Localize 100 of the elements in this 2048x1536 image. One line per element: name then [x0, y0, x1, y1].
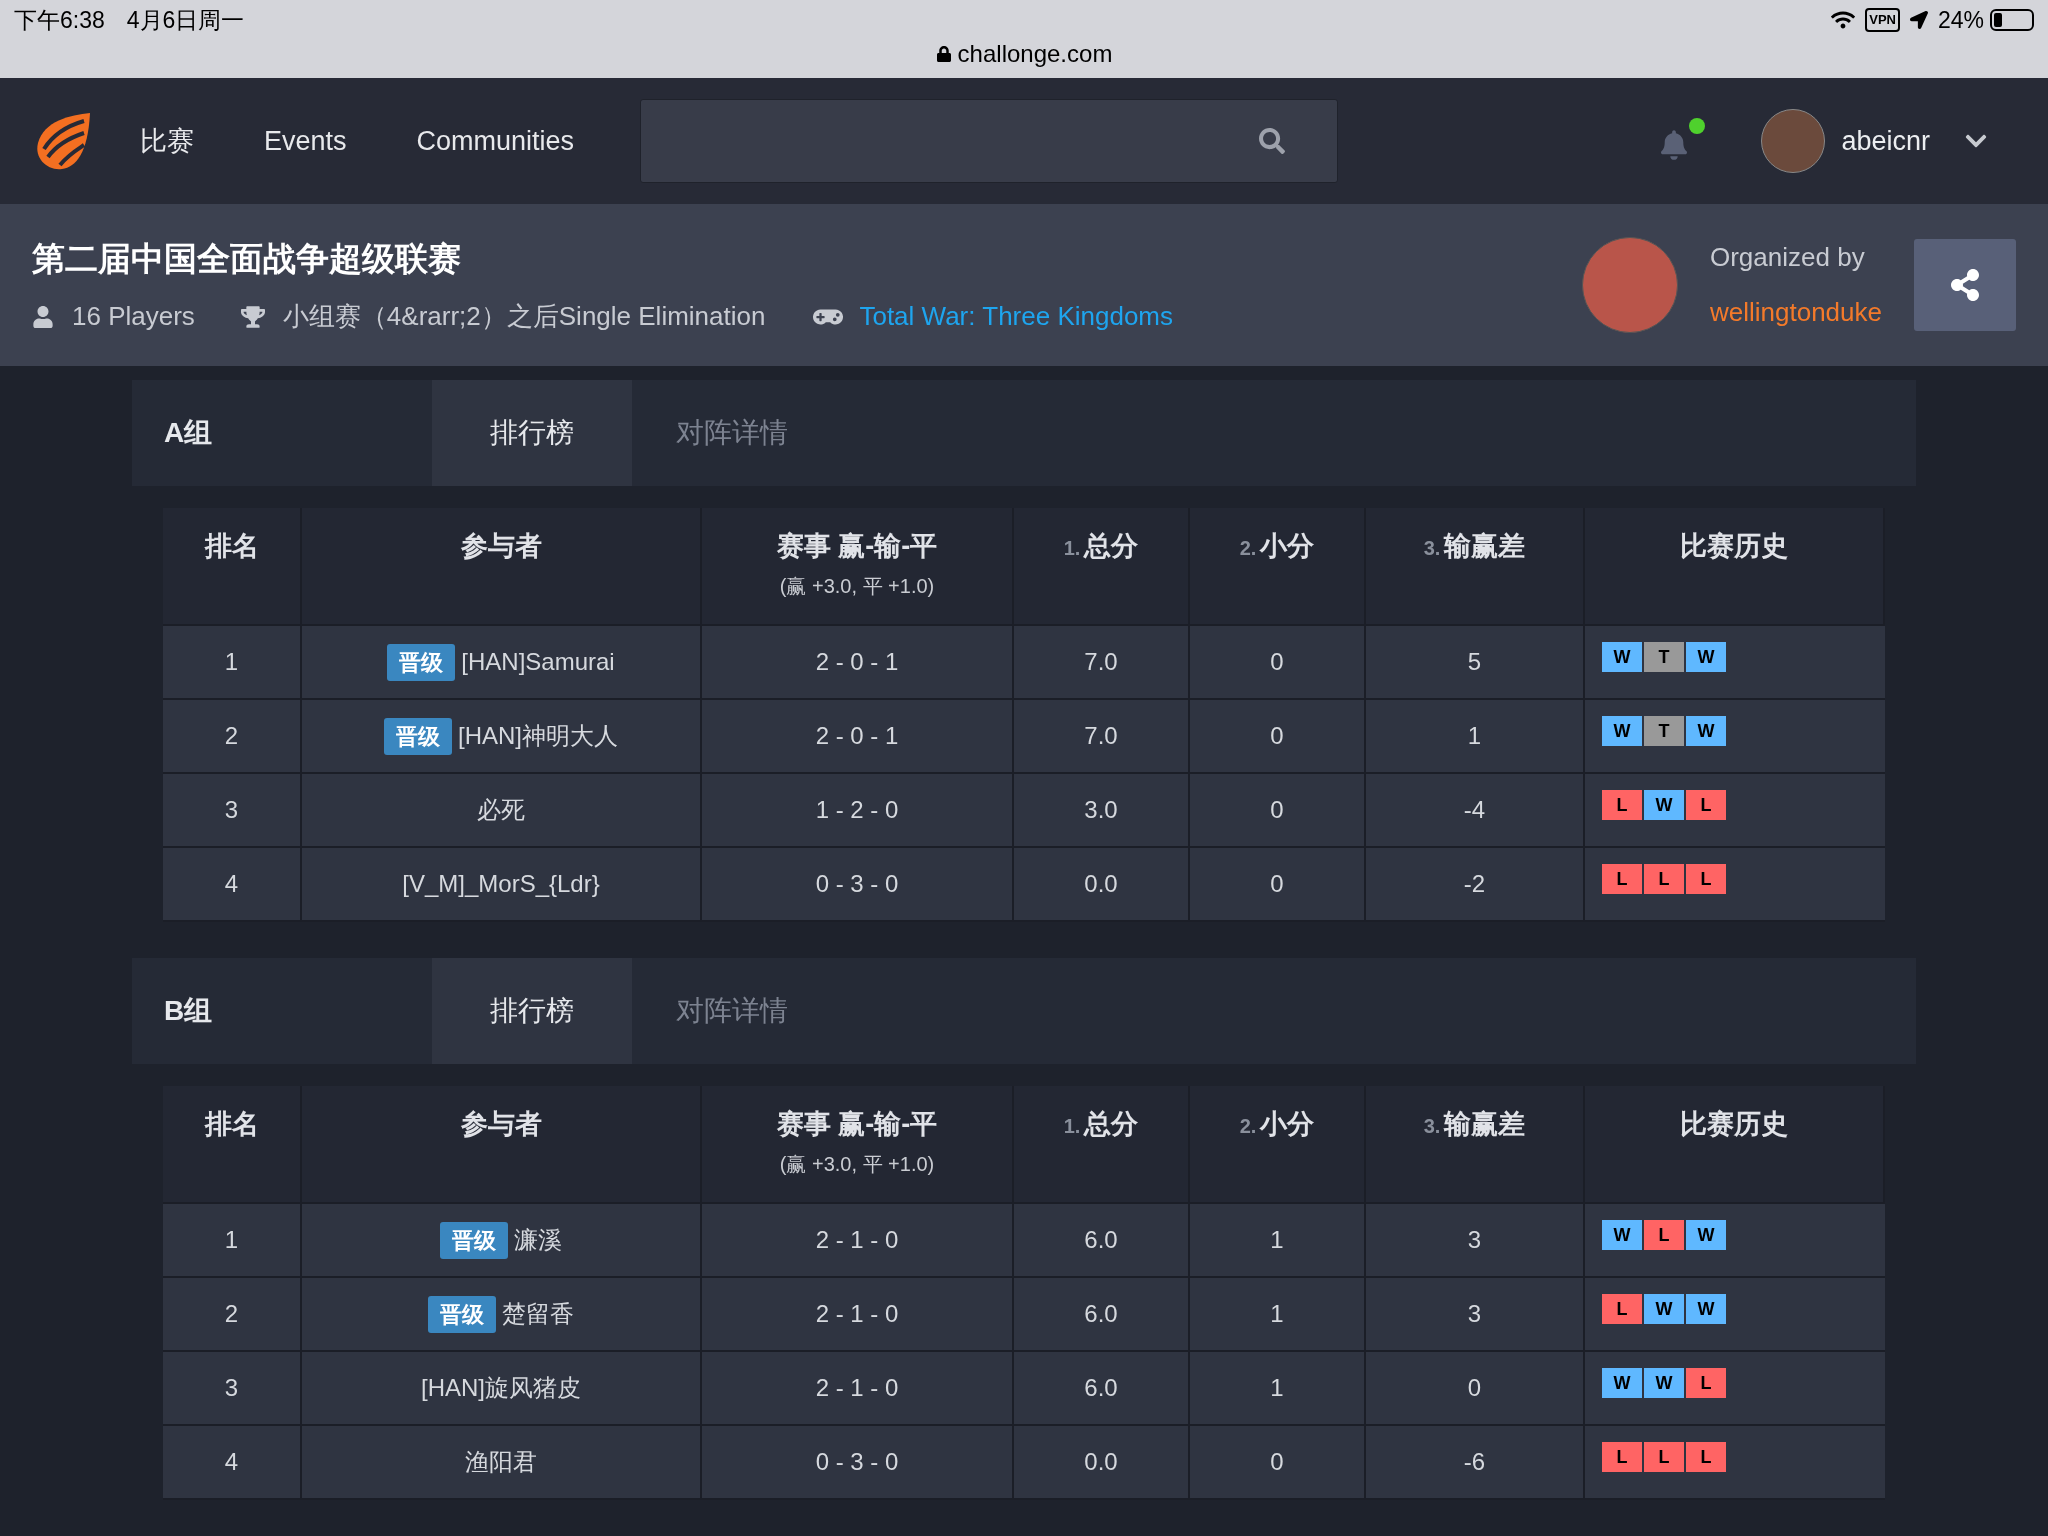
table-cell-text: 2 - 0 - 1: [815, 721, 899, 751]
advanced-badge: 晋级: [384, 717, 452, 755]
table-cell-text: 2: [224, 1299, 239, 1329]
table-cell-text: -2: [1463, 869, 1486, 899]
table-cell-text: 2 - 1 - 0: [815, 1373, 899, 1403]
match-result: T: [1644, 716, 1684, 746]
match-result: L: [1686, 1368, 1726, 1398]
column-subtitle: (赢 +3.0, 平 +1.0): [779, 573, 935, 599]
table-cell-text: 1: [1467, 721, 1482, 751]
table-cell-text: 1: [1270, 1299, 1284, 1329]
match-result: L: [1644, 1442, 1684, 1472]
table-cell-text: 7.0: [1084, 721, 1118, 751]
search-field[interactable]: [640, 99, 1339, 183]
battery-percent: 24%: [1937, 5, 1984, 35]
table-cell-text: 0: [1467, 1373, 1482, 1403]
nav-link[interactable]: Communities: [416, 120, 575, 162]
match-result: W: [1602, 1368, 1642, 1398]
match-result: W: [1602, 1220, 1642, 1250]
url-text: challonge.com: [957, 39, 1113, 69]
column-header: 比赛历史: [1680, 1108, 1788, 1141]
table-cell-text: -6: [1463, 1447, 1486, 1477]
match-result: W: [1686, 642, 1726, 672]
group-tab[interactable]: 对阵详情: [632, 958, 832, 1064]
match-result: L: [1644, 1220, 1684, 1250]
status-date: 4月6日周一: [126, 5, 245, 35]
group-tab[interactable]: 排行榜: [432, 380, 632, 486]
table-cell-text: 3.0: [1084, 795, 1118, 825]
table-cell-text: 2 - 0 - 1: [815, 647, 899, 677]
match-result: W: [1686, 716, 1726, 746]
organizer-link[interactable]: wellingtonduke: [1710, 293, 1882, 332]
table-cell-text: 3: [1467, 1225, 1482, 1255]
table-cell-text: 6.0: [1084, 1373, 1118, 1403]
column-header: 排名: [204, 1108, 259, 1141]
column-header: 3.输赢差: [1423, 530, 1526, 563]
table-cell-text: 1: [1270, 1225, 1284, 1255]
table-cell-text: 1: [1270, 1373, 1284, 1403]
table-cell-text: 0: [1270, 1447, 1284, 1477]
column-header: 2.小分: [1239, 1108, 1315, 1141]
participant-name: [HAN]旋风猪皮: [421, 1373, 581, 1403]
bell-icon: [1661, 130, 1688, 160]
player-count: 16 Players: [72, 300, 195, 334]
table-cell-text: 2: [224, 721, 239, 751]
table-cell-text: 6.0: [1084, 1299, 1118, 1329]
column-header: 赛事 赢-输-平: [776, 530, 938, 563]
participant-name: 必死: [477, 795, 525, 825]
match-result: L: [1602, 864, 1642, 894]
match-result: W: [1602, 716, 1642, 746]
table-cell-text: 0: [1270, 795, 1284, 825]
match-result: W: [1644, 790, 1684, 820]
column-header: 比赛历史: [1680, 530, 1788, 563]
table-cell-text: 0 - 3 - 0: [815, 869, 899, 899]
table-cell-text: 2 - 1 - 0: [815, 1225, 899, 1255]
game-link[interactable]: Total War: Three Kingdoms: [859, 297, 1173, 337]
match-result: W: [1686, 1220, 1726, 1250]
share-icon: [1949, 269, 1981, 301]
table-cell-text: 1 - 2 - 0: [815, 795, 899, 825]
match-result: L: [1686, 1442, 1726, 1472]
participant-name: 濂溪: [514, 1225, 562, 1255]
location-icon: [1909, 11, 1928, 29]
match-result: W: [1644, 1368, 1684, 1398]
match-result: W: [1644, 1294, 1684, 1324]
advanced-badge: 晋级: [428, 1295, 496, 1333]
table-cell-text: 3: [224, 1373, 239, 1403]
nav-link[interactable]: Events: [264, 120, 347, 162]
match-result: L: [1602, 790, 1642, 820]
status-time: 下午6:38: [14, 5, 105, 35]
username[interactable]: abeicnr: [1841, 120, 1930, 162]
participant-name: 楚留香: [502, 1299, 574, 1329]
match-result: L: [1602, 1294, 1642, 1324]
column-subtitle: (赢 +3.0, 平 +1.0): [779, 1151, 935, 1177]
search-icon: [1259, 128, 1286, 154]
table-cell-text: 0 - 3 - 0: [815, 1447, 899, 1477]
table-cell-text: 6.0: [1084, 1225, 1118, 1255]
table-cell-text: 1: [224, 1225, 239, 1255]
table-cell-text: 0: [1270, 869, 1284, 899]
table-cell-text: 2 - 1 - 0: [815, 1299, 899, 1329]
vpn-badge: VPN: [1865, 8, 1900, 32]
group-title: A组: [163, 416, 214, 450]
table-cell-text: 3: [1467, 1299, 1482, 1329]
column-header: 参与者: [460, 530, 542, 563]
match-result: T: [1644, 642, 1684, 672]
column-header: 1.总分: [1063, 530, 1139, 563]
group-tab[interactable]: 对阵详情: [632, 380, 832, 486]
share-button[interactable]: [1914, 239, 2016, 331]
table-cell-text: 0: [1270, 647, 1284, 677]
participant-name: [V_M]_MorS_{Ldr}: [402, 869, 600, 899]
match-result: L: [1686, 864, 1726, 894]
group-title: B组: [163, 994, 214, 1028]
nav-link[interactable]: 比赛: [140, 120, 194, 162]
group-tab[interactable]: 排行榜: [432, 958, 632, 1064]
match-result: L: [1644, 864, 1684, 894]
participant-name: [HAN]Samurai: [461, 647, 615, 677]
table-cell-text: 4: [224, 869, 239, 899]
table-cell-text: 3: [224, 795, 239, 825]
participant-name: 渔阳君: [465, 1447, 537, 1477]
table-cell-text: 5: [1467, 647, 1482, 677]
user-icon: [32, 305, 54, 328]
participant-name: [HAN]神明大人: [458, 721, 618, 751]
table-cell-text: 7.0: [1084, 647, 1118, 677]
column-header: 排名: [204, 530, 259, 563]
